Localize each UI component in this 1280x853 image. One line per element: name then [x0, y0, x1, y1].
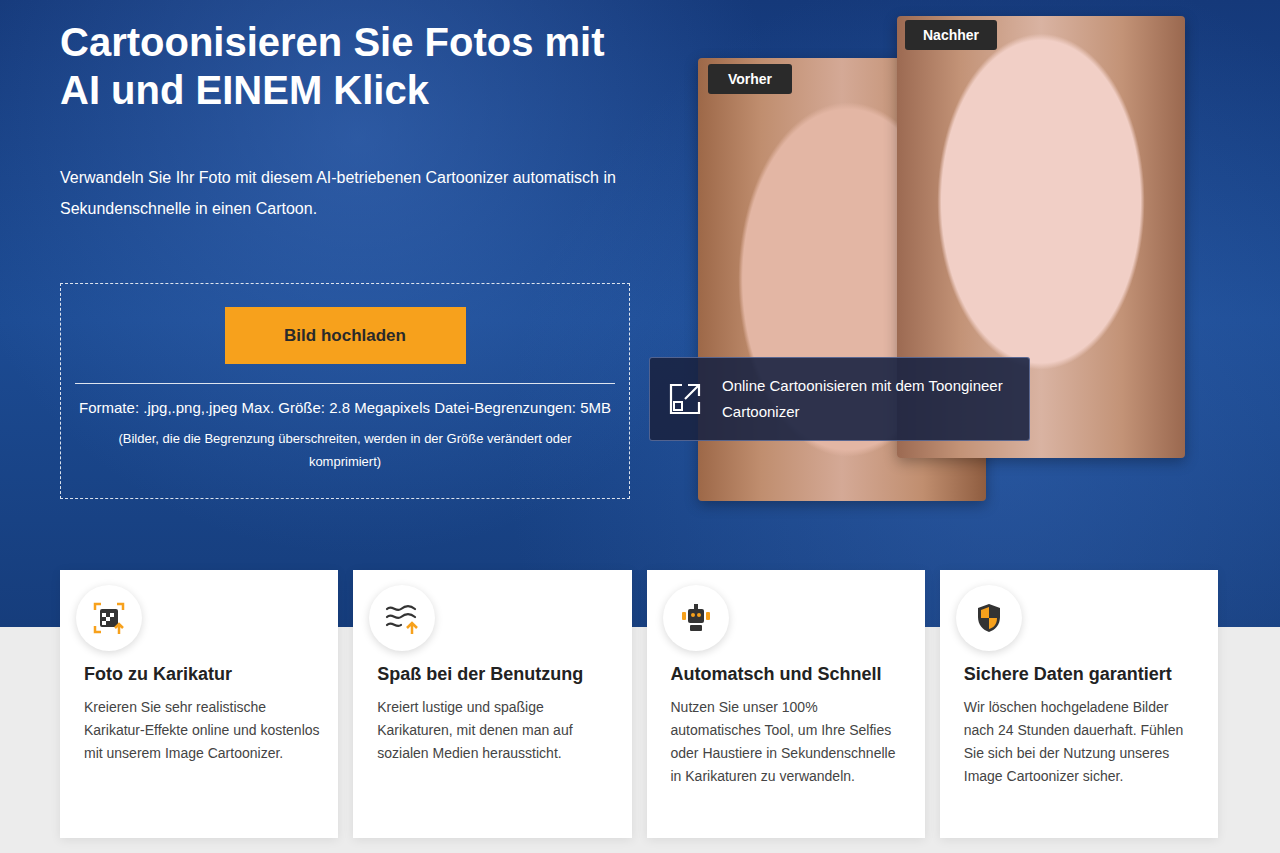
upload-button[interactable]: Bild hochladen: [225, 307, 466, 364]
feature-icon-circle: [369, 585, 435, 651]
feature-title: Sichere Daten garantiert: [964, 662, 1202, 686]
format-info: Formate: .jpg,.png,.jpeg Max. Größe: 2.8…: [79, 398, 611, 418]
open-link-icon: [668, 382, 702, 416]
feature-text: Kreiert lustige und spaßige Karikaturen,…: [377, 696, 615, 765]
page: Cartoonisieren Sie Fotos mitAI und EINEM…: [0, 0, 1280, 853]
robot-icon: [679, 601, 713, 635]
feature-icon-circle: [76, 585, 142, 651]
feature-title: Automatsch und Schnell: [671, 662, 909, 686]
feature-card: Automatsch und Schnell Nutzen Sie unser 1…: [647, 570, 925, 838]
photo-upload-icon: [92, 601, 126, 635]
feature-text: Wir löschen hochgeladene Bilder nach 24 …: [964, 696, 1202, 788]
preview: Vorher Nachher Online Cartoonisieren mit d…: [649, 0, 1185, 501]
title-line: Cartoonisieren Sie Fotos mit: [60, 18, 630, 66]
hero-content: Cartoonisieren Sie Fotos mitAI und EINEM…: [60, 0, 630, 570]
hero-subtitle: Verwandeln Sie Ihr Foto mit diesem AI-be…: [60, 162, 630, 224]
hero: Cartoonisieren Sie Fotos mitAI und EINEM…: [60, 0, 1220, 570]
hero-title: Cartoonisieren Sie Fotos mitAI und EINEM…: [60, 18, 630, 114]
feature-title: Foto zu Karikatur: [84, 662, 322, 686]
feature-card: Spaß bei der Benutzung Kreiert lustige un…: [353, 570, 631, 838]
link-text[interactable]: Online Cartoonisieren mit dem Toongineer…: [722, 373, 1013, 425]
waves-icon: [384, 601, 420, 635]
upload-dropzone[interactable]: Bild hochladen Formate: .jpg,.png,.jpeg M…: [60, 283, 630, 499]
title-line: AI und EINEM Klick: [60, 66, 630, 114]
feature-icon-circle: [663, 585, 729, 651]
shield-icon: [972, 601, 1006, 635]
resize-note: (Bilder, die die Begrenzung überschreite…: [105, 427, 585, 473]
feature-cards: Foto zu Karikatur Kreieren Sie sehr reali…: [60, 570, 1218, 838]
feature-text: Nutzen Sie unser 100% automatisches Tool…: [671, 696, 909, 788]
before-badge: Vorher: [708, 64, 792, 94]
feature-title: Spaß bei der Benutzung: [377, 662, 615, 686]
divider: [75, 383, 615, 384]
cartoonizer-link[interactable]: Online Cartoonisieren mit dem Toongineer…: [649, 357, 1030, 441]
feature-icon-circle: [956, 585, 1022, 651]
feature-card: Foto zu Karikatur Kreieren Sie sehr reali…: [60, 570, 338, 838]
after-badge: Nachher: [905, 20, 997, 50]
feature-card: Sichere Daten garantiert Wir löschen hoch…: [940, 570, 1218, 838]
feature-text: Kreieren Sie sehr realistische Karikatur…: [84, 696, 322, 765]
